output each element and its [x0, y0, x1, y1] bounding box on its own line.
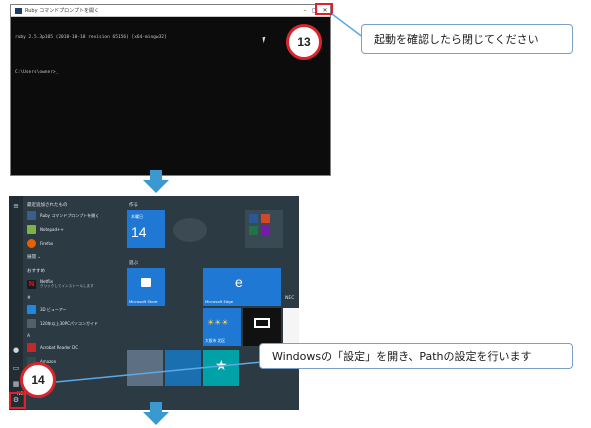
minimize-button[interactable]: –	[300, 5, 310, 16]
doc-icon	[27, 319, 36, 328]
expand-link[interactable]: 展開 ⌄	[27, 254, 41, 260]
edge-tile[interactable]: e Microsoft Edge	[203, 268, 281, 306]
recent-header: 最近追加されたもの	[27, 203, 68, 208]
calendar-tile[interactable]: 木曜日 14	[127, 210, 165, 248]
console-output[interactable]: ruby 2.5.3p105 (2018-10-18 revision 6515…	[11, 17, 330, 93]
app-label: Firefox	[40, 241, 54, 246]
app-label: Acrobat Reader DC	[40, 345, 78, 350]
onenote-icon	[261, 226, 270, 235]
group-label-create: 作る	[129, 203, 138, 208]
step-14-badge: 14	[20, 362, 56, 398]
app-item-acrobat[interactable]: Acrobat Reader DC	[27, 342, 78, 353]
hamburger-icon[interactable]: ≡	[12, 202, 20, 210]
blurred-tile	[173, 218, 207, 242]
app-label: Ruby コマンドプロンプトを開く	[40, 212, 100, 218]
app-label: 120年以上30PCパソコンガイド	[40, 320, 98, 326]
console-titlebar[interactable]: Ruby コマンドプロンプトを開く – □ ✕	[11, 5, 330, 17]
edge-label: Microsoft Edge	[205, 299, 234, 304]
console-window: Ruby コマンドプロンプトを開く – □ ✕ ruby 2.5.3p105 (…	[10, 4, 331, 176]
nec-label: NEC	[285, 296, 295, 301]
step-14-number: 14	[31, 373, 45, 387]
group-label-play: 遊ぶ	[129, 261, 138, 266]
step-14-callout: Windowsの「設定」を開き、Pathの設定を行います	[259, 343, 573, 369]
app-item-netflix[interactable]: N Netflix クリックしてインストールします	[27, 276, 94, 292]
settings-button-highlight	[9, 392, 26, 409]
powerpoint-icon	[261, 214, 270, 223]
partial-tile[interactable]	[283, 308, 299, 346]
store-bag-icon	[141, 278, 151, 287]
documents-icon[interactable]: ▭	[12, 364, 20, 372]
weather-tile[interactable]: ☀☀☀ 大阪市 北区	[203, 308, 241, 346]
user-icon[interactable]: ●	[12, 346, 20, 354]
down-arrow-icon	[143, 402, 169, 426]
step-13-number: 13	[297, 35, 311, 49]
edge-icon: e	[235, 274, 243, 290]
app-label: Notepad++	[40, 227, 64, 232]
acrobat-icon	[27, 343, 36, 352]
excel-icon	[249, 226, 258, 235]
word-icon	[249, 214, 258, 223]
app-label: 3D ビューアー	[40, 306, 67, 312]
recommended-header: おすすめ	[27, 269, 45, 274]
callout-pointer-14	[55, 361, 263, 383]
console-app-icon	[15, 7, 22, 14]
a-header: A	[27, 334, 31, 339]
firefox-icon	[27, 239, 36, 248]
console-prompt: C:\Users\owner>_	[15, 70, 59, 75]
calendar-date: 14	[131, 224, 147, 240]
store-label: Microsoft Store	[129, 299, 158, 304]
console-title: Ruby コマンドプロンプトを開く	[25, 8, 99, 14]
hash-header: #	[27, 296, 31, 301]
calendar-day: 木曜日	[131, 214, 143, 219]
app-sublabel: クリックしてインストールします	[40, 284, 94, 288]
pictures-icon[interactable]: ▦	[12, 380, 20, 388]
step-13-callout: 起動を確認したら閉じてください	[361, 24, 573, 54]
app-item-ruby[interactable]: Ruby コマンドプロンプトを開く	[27, 210, 99, 221]
dolby-icon	[254, 318, 270, 328]
app-item-guide[interactable]: 120年以上30PCパソコンガイド	[27, 318, 98, 329]
app-item-3dviewer[interactable]: 3D ビューアー	[27, 304, 67, 315]
console-line: ruby 2.5.3p105 (2018-10-18 revision 6515…	[15, 35, 167, 40]
step-13-badge: 13	[286, 24, 322, 60]
down-arrow-icon	[143, 170, 169, 194]
netflix-icon: N	[27, 279, 36, 289]
app-item-firefox[interactable]: Firefox	[27, 238, 53, 249]
app-item-notepad[interactable]: Notepad++	[27, 224, 64, 235]
dolby-tile[interactable]	[243, 308, 281, 346]
notepad-icon	[27, 225, 36, 234]
sun-icon: ☀☀☀	[207, 318, 229, 327]
store-tile[interactable]: Microsoft Store	[127, 268, 165, 306]
step-13-callout-text: 起動を確認したら閉じてください	[374, 33, 539, 46]
console-icon	[27, 211, 36, 220]
step-14-callout-text: Windowsの「設定」を開き、Pathの設定を行います	[272, 350, 532, 363]
cube-icon	[27, 305, 36, 314]
weather-label: 大阪市 北区	[205, 338, 226, 343]
office-tile[interactable]	[245, 210, 283, 248]
